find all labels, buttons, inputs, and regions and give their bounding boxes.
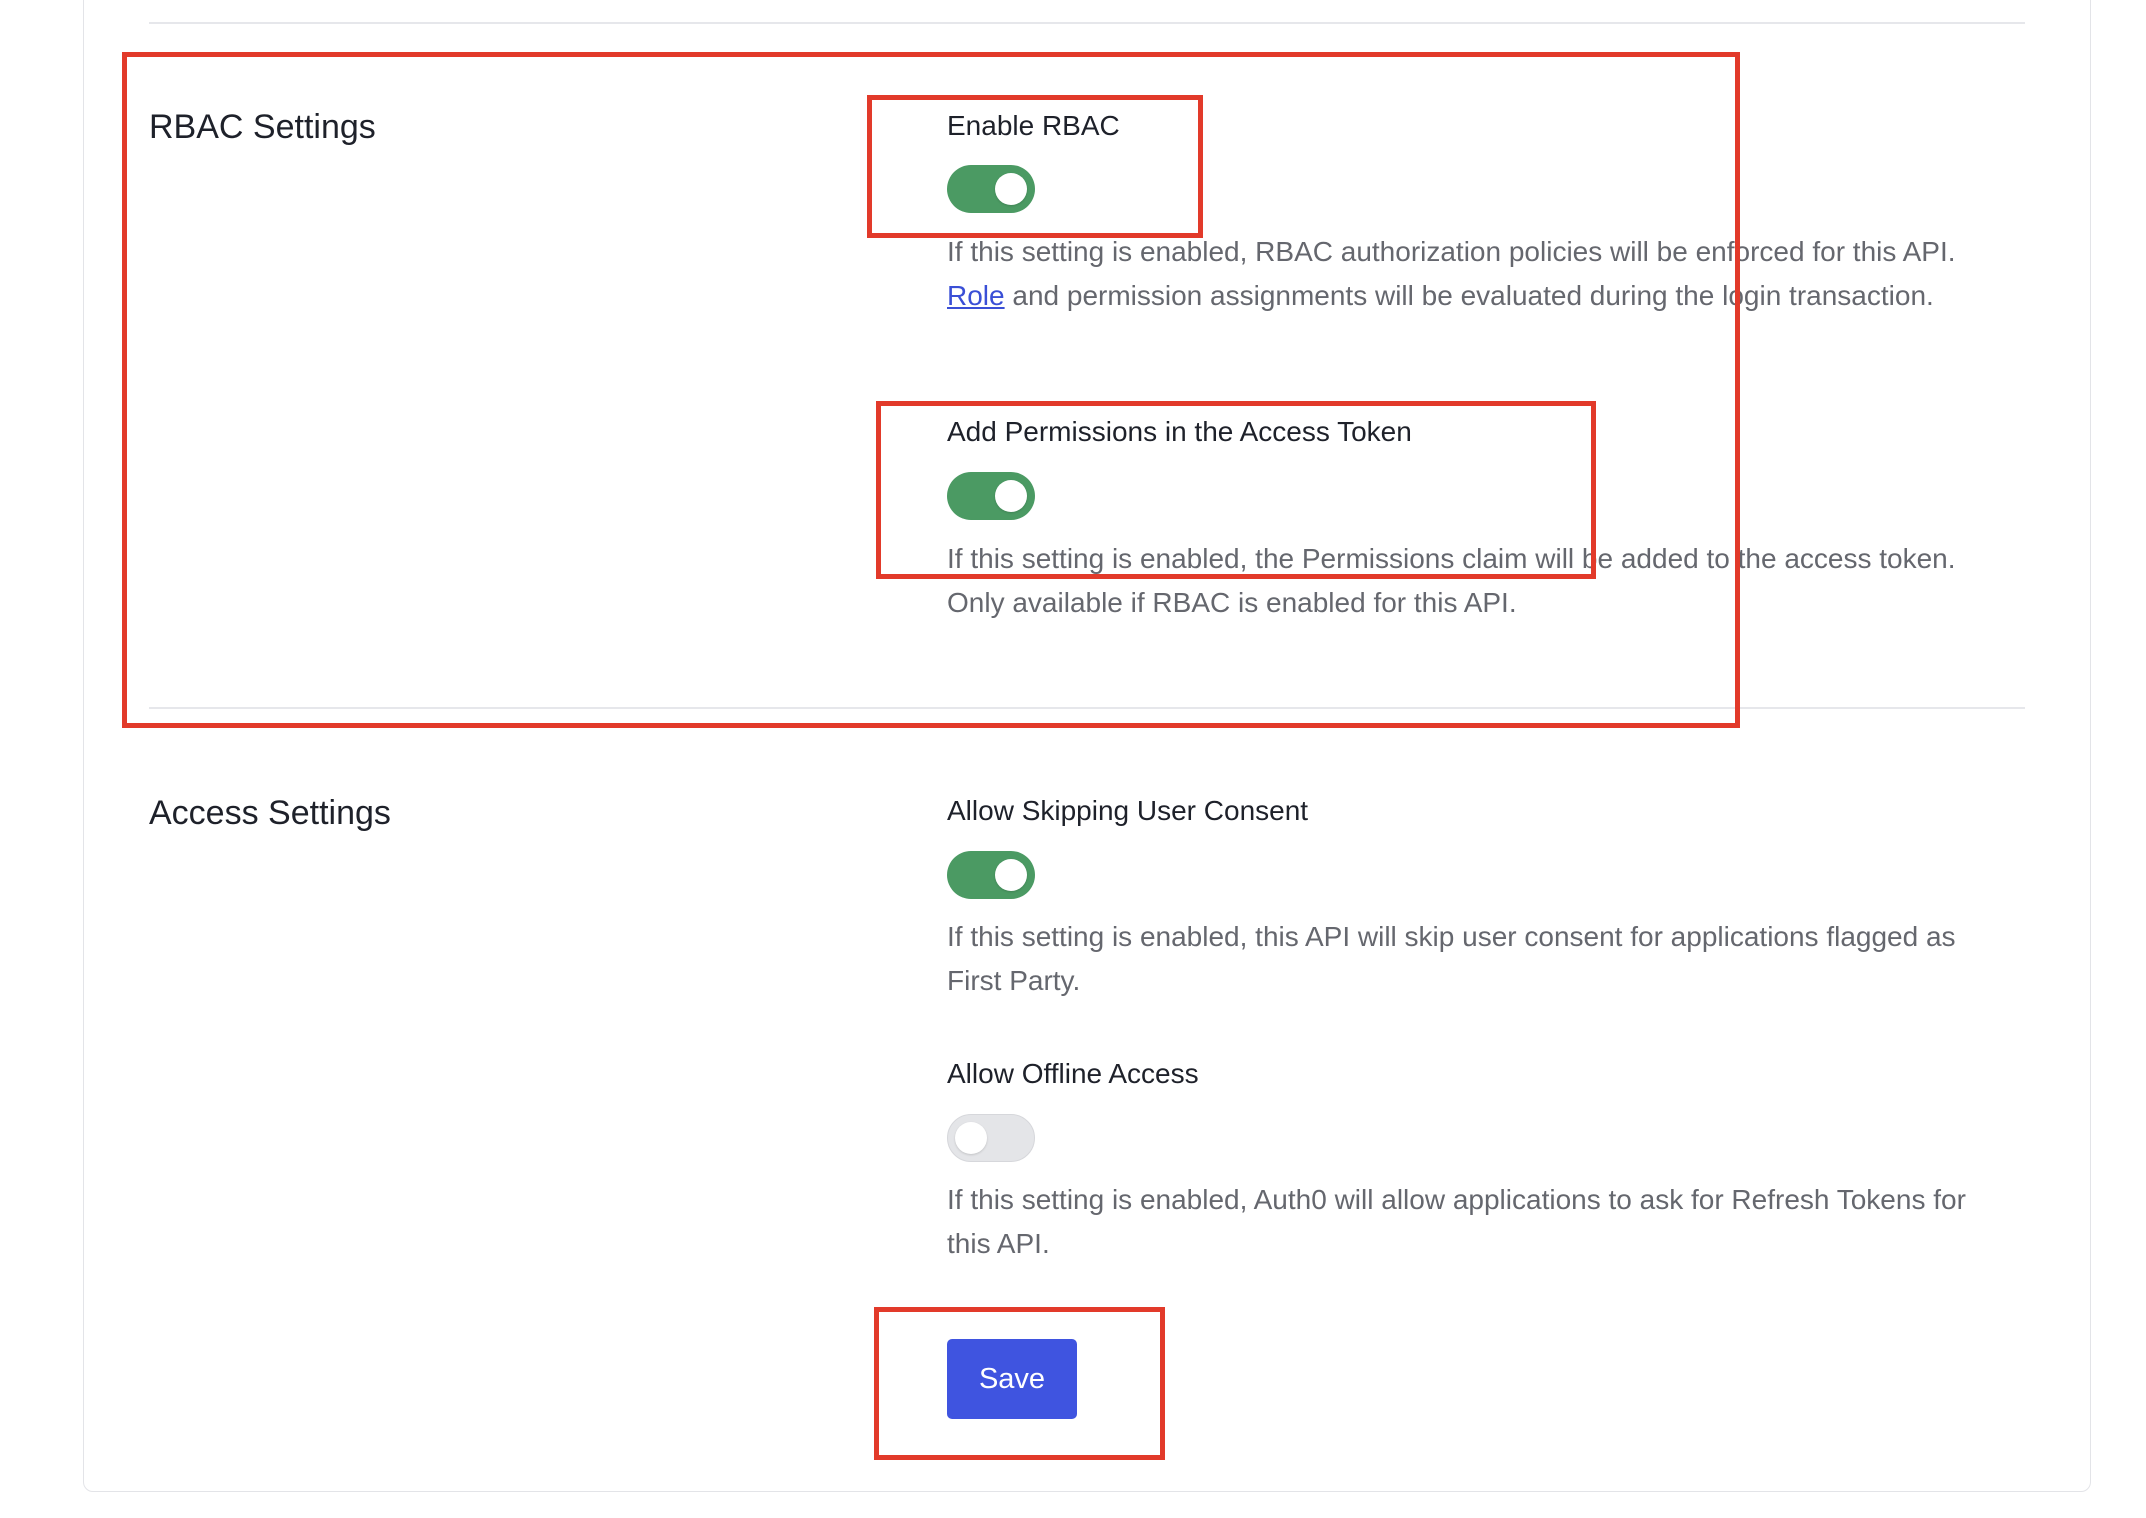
skip-consent-description: If this setting is enabled, this API wil… <box>947 921 1956 996</box>
toggle-knob <box>995 480 1027 512</box>
enable-rbac-toggle[interactable] <box>947 165 1035 213</box>
access-section-title: Access Settings <box>149 794 391 832</box>
save-button[interactable]: Save <box>947 1339 1077 1419</box>
enable-rbac-description: If this setting is enabled, RBAC authori… <box>947 230 2017 318</box>
add-permissions-label: Add Permissions in the Access Token <box>947 416 1412 447</box>
add-permissions-toggle[interactable] <box>947 472 1035 520</box>
skip-consent-label: Allow Skipping User Consent <box>947 795 1309 826</box>
offline-access-label: Allow Offline Access <box>947 1058 1199 1089</box>
role-link[interactable]: Role <box>947 280 1005 311</box>
offline-access-description: If this setting is enabled, Auth0 will a… <box>947 1184 1966 1259</box>
section-divider <box>149 707 2025 709</box>
add-permissions-description: If this setting is enabled, the Permissi… <box>947 543 1956 618</box>
rbac-section-title: RBAC Settings <box>149 108 376 146</box>
enable-rbac-desc-before: If this setting is enabled, RBAC authori… <box>947 236 1956 267</box>
enable-rbac-label: Enable RBAC <box>947 110 1120 141</box>
offline-access-toggle[interactable] <box>947 1114 1035 1162</box>
skip-consent-toggle[interactable] <box>947 851 1035 899</box>
settings-panel <box>83 0 2091 1492</box>
top-divider <box>149 22 2025 24</box>
toggle-knob <box>955 1122 987 1154</box>
toggle-knob <box>995 173 1027 205</box>
enable-rbac-desc-after: and permission assignments will be evalu… <box>1004 280 1934 311</box>
toggle-knob <box>995 859 1027 891</box>
